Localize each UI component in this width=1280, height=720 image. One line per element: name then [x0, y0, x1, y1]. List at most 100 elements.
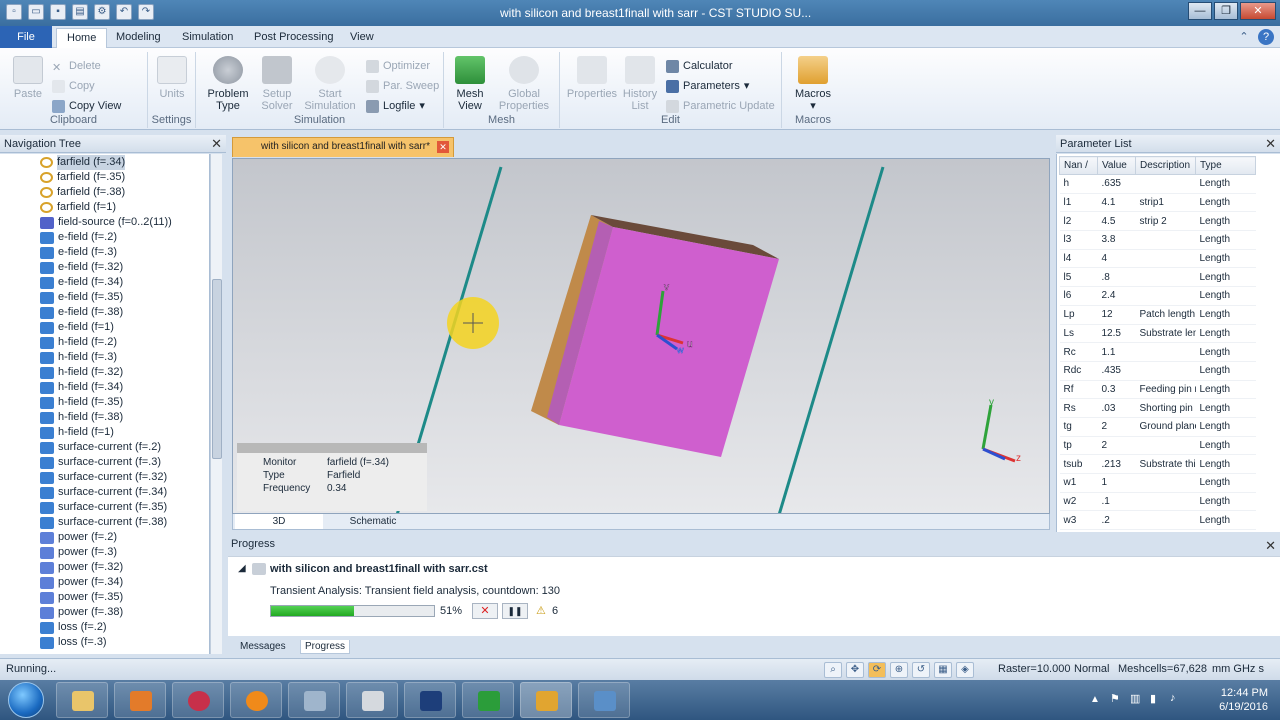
network-icon[interactable]: ▥ [1130, 692, 1140, 705]
tree-item[interactable]: power (f=.35) [40, 590, 123, 605]
param-type[interactable]: Length [1195, 492, 1256, 512]
collapse-icon[interactable]: ◢ [238, 563, 246, 574]
tree-item[interactable]: surface-current (f=.3) [40, 455, 161, 470]
param-value[interactable]: 4 [1097, 249, 1136, 269]
param-value[interactable]: 4.5 [1097, 211, 1136, 232]
param-type[interactable]: Length [1195, 286, 1256, 306]
param-value[interactable]: 2 [1097, 417, 1136, 437]
close-icon[interactable]: ✕ [1265, 135, 1276, 153]
tree-item[interactable]: h-field (f=.35) [40, 395, 123, 410]
param-type[interactable]: Length [1195, 249, 1256, 269]
param-value[interactable]: 3.8 [1097, 230, 1136, 250]
parameter-row[interactable]: l3 3.8 Length [1059, 230, 1256, 250]
parameter-row[interactable]: l1 4.1 strip1 Length [1059, 193, 1256, 213]
param-description[interactable]: Ground plane [1135, 417, 1196, 437]
tree-item[interactable]: loss (f=.3) [40, 635, 107, 650]
close-icon[interactable]: ✕ [1265, 538, 1276, 554]
tree-item[interactable]: surface-current (f=.35) [40, 500, 167, 515]
param-name[interactable]: l4 [1059, 249, 1098, 269]
param-description[interactable]: Substrate thic [1135, 454, 1196, 474]
tab-simulation[interactable]: Simulation [172, 28, 243, 48]
tree-item[interactable]: e-field (f=.2) [40, 230, 117, 245]
param-type[interactable]: Length [1195, 473, 1256, 493]
zoom-fit-icon[interactable]: ⊕ [890, 662, 908, 678]
tab-view[interactable]: View [340, 28, 384, 48]
parameter-row[interactable]: Lp 12 Patch length Length [1059, 305, 1256, 325]
param-value[interactable]: .213 [1097, 454, 1136, 474]
param-type[interactable]: Length [1195, 454, 1256, 474]
reset-view-icon[interactable]: ↺ [912, 662, 930, 678]
param-type[interactable]: Length [1195, 436, 1256, 456]
param-type[interactable]: Length [1195, 417, 1256, 437]
parameter-row[interactable]: Ls12.5Substrate lengLength [1059, 324, 1256, 344]
param-type[interactable]: Length [1195, 267, 1256, 288]
flag-icon[interactable]: ⚑ [1110, 692, 1120, 705]
param-value[interactable]: 2 [1097, 436, 1136, 456]
open-icon[interactable]: ▭ [28, 4, 44, 20]
param-value[interactable]: 12.5 [1097, 324, 1136, 344]
param-value[interactable]: .2 [1097, 510, 1136, 531]
param-type[interactable]: Length [1195, 342, 1256, 362]
tree-item[interactable]: power (f=.3) [40, 545, 117, 560]
parameter-row[interactable]: Rs.03Shorting pin raLength [1059, 398, 1256, 418]
tree-item[interactable]: h-field (f=.32) [40, 365, 123, 380]
param-description[interactable] [1135, 286, 1196, 306]
tab-file[interactable]: File [0, 26, 52, 48]
param-description[interactable] [1135, 436, 1196, 456]
param-value[interactable]: .435 [1097, 361, 1136, 381]
par-sweep-button[interactable]: Par. Sweep [366, 78, 439, 94]
param-name[interactable]: Rdc [1059, 361, 1098, 381]
param-name[interactable]: h [1059, 174, 1098, 194]
parameter-row[interactable]: Rdc .435 Length [1059, 361, 1256, 381]
tree-item[interactable]: h-field (f=.38) [40, 410, 123, 425]
start-button[interactable] [8, 682, 44, 718]
scrollbar-thumb[interactable] [212, 279, 222, 459]
grid-icon[interactable]: ▦ [934, 662, 952, 678]
param-value[interactable]: 1.1 [1097, 342, 1136, 362]
history-list-button[interactable]: History List [620, 56, 660, 112]
pause-button[interactable]: ❚❚ [502, 603, 528, 619]
param-value[interactable]: .635 [1097, 174, 1136, 194]
delete-button[interactable]: ✕ Delete [52, 58, 101, 74]
tree-item[interactable]: power (f=.32) [40, 560, 123, 575]
param-description[interactable] [1135, 174, 1196, 194]
param-name[interactable]: tp [1059, 436, 1098, 456]
tree-item[interactable]: h-field (f=1) [40, 425, 114, 440]
document-tab[interactable]: with silicon and breast1finall with sarr… [232, 137, 454, 157]
parameter-row[interactable]: tg 2 Ground plane Length [1059, 417, 1256, 437]
column-type[interactable]: Type [1195, 156, 1256, 175]
new-icon[interactable]: ▫ [6, 4, 22, 20]
parameter-row[interactable]: h .635 Length [1059, 174, 1256, 194]
setup-solver-button[interactable]: Setup Solver [256, 56, 298, 112]
tab-messages[interactable]: Messages [236, 640, 290, 654]
help-icon[interactable]: ? [1258, 29, 1274, 45]
taskbar-tool[interactable] [346, 682, 398, 718]
clock[interactable]: 12:44 PM 6/19/2016 [1219, 686, 1268, 714]
param-description[interactable]: Substrate leng [1135, 324, 1196, 344]
view-cube-icon[interactable]: ◈ [956, 662, 974, 678]
calculator-button[interactable]: Calculator [666, 58, 733, 74]
param-description[interactable] [1135, 510, 1196, 531]
param-type[interactable]: Length [1195, 305, 1256, 325]
param-description[interactable]: Patch length [1135, 305, 1196, 325]
param-value[interactable]: 0.3 [1097, 380, 1136, 400]
close-button[interactable]: ✕ [1240, 2, 1276, 20]
tree-item[interactable]: farfield (f=.38) [40, 185, 125, 200]
battery-icon[interactable]: ▮ [1150, 692, 1156, 705]
parameter-row[interactable]: l2 4.5 strip 2 Length [1059, 211, 1256, 232]
problem-type-button[interactable]: Problem Type [204, 56, 252, 112]
parameter-row[interactable]: tp 2 Length [1059, 436, 1256, 456]
taskbar-office[interactable] [462, 682, 514, 718]
tab-modeling[interactable]: Modeling [106, 28, 171, 48]
parameter-row[interactable]: w2.1 Length [1059, 492, 1256, 512]
parameter-row[interactable]: Rf0.3Feeding pin raLength [1059, 380, 1256, 400]
param-name[interactable]: Ls [1059, 324, 1098, 344]
tab-progress[interactable]: Progress [300, 640, 351, 654]
param-name[interactable]: l2 [1059, 211, 1098, 232]
param-name[interactable]: tg [1059, 417, 1098, 437]
taskbar-explorer[interactable] [56, 682, 108, 718]
param-type[interactable]: Length [1195, 398, 1256, 418]
taskbar-media-player[interactable] [114, 682, 166, 718]
parameter-row[interactable]: l4 4 Length [1059, 249, 1256, 269]
column-name[interactable]: Nan / [1059, 156, 1098, 175]
